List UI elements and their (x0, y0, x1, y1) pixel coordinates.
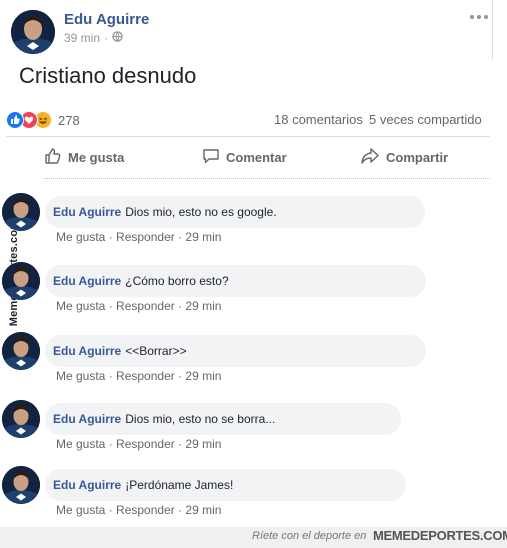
like-button[interactable]: Me gusta (44, 147, 124, 168)
separator-dot: · (174, 369, 186, 383)
more-options-icon[interactable] (468, 10, 490, 22)
post-time[interactable]: 39 min (64, 31, 100, 45)
comment-bubble[interactable]: Edu Aguirre ¿Cómo borro esto? (45, 265, 426, 297)
comment-like-link[interactable]: Me gusta (56, 503, 105, 517)
comment-text: Dios mio, esto no es google. (125, 205, 277, 219)
author-avatar[interactable] (11, 10, 55, 54)
divider-bottom (44, 178, 490, 180)
commenter-name[interactable]: Edu Aguirre (53, 274, 121, 288)
comments-count[interactable]: 18 comentarios (274, 112, 363, 127)
comment-reply-link[interactable]: Responder (116, 230, 175, 244)
comment-text: ¡Perdóname James! (125, 478, 234, 492)
commenter-avatar[interactable] (2, 400, 40, 438)
comment-bubble[interactable]: Edu Aguirre ¡Perdóname James! (45, 469, 406, 501)
separator-dot: · (174, 437, 186, 451)
separator-dot: · (105, 437, 117, 451)
separator-dot: · (104, 31, 109, 45)
reactions-count[interactable]: 278 (58, 113, 80, 128)
comment-reply-link[interactable]: Responder (116, 437, 175, 451)
separator-dot: · (105, 503, 117, 517)
separator-dot: · (174, 503, 186, 517)
commenter-avatar[interactable] (2, 466, 40, 504)
comment-time[interactable]: 29 min (185, 437, 221, 451)
comment-like-link[interactable]: Me gusta (56, 369, 105, 383)
post-text: Cristiano desnudo (19, 63, 197, 88)
divider-top (6, 136, 490, 137)
comment-like-link[interactable]: Me gusta (56, 437, 105, 451)
footer-watermark-prefix: Ríete con el deporte en (252, 530, 367, 542)
comment-time[interactable]: 29 min (185, 369, 221, 383)
comment-reply-link[interactable]: Responder (116, 503, 175, 517)
comment-text: ¿Cómo borro esto? (125, 274, 229, 288)
post-author-name[interactable]: Edu Aguirre (64, 11, 149, 28)
separator-dot: · (105, 369, 117, 383)
comment-row: Edu Aguirre Dios mio, esto no es google. M… (0, 193, 507, 253)
comment-like-link[interactable]: Me gusta (56, 230, 105, 244)
comment-bubble[interactable]: Edu Aguirre Dios mio, esto no se borra... (45, 403, 401, 435)
post-timestamp[interactable]: 39 min · (64, 31, 123, 45)
commenter-name[interactable]: Edu Aguirre (53, 205, 121, 219)
comment-like-link[interactable]: Me gusta (56, 299, 105, 313)
commenter-name[interactable]: Edu Aguirre (53, 412, 121, 426)
footer-watermark: Ríete con el deporte en MEMEDEPORTES.COM (0, 527, 507, 548)
comment-bubble[interactable]: Edu Aguirre Dios mio, esto no es google. (45, 196, 425, 228)
comment-row: Edu Aguirre <<Borrar>> Me gusta · Responde… (0, 332, 507, 392)
comment-time[interactable]: 29 min (185, 299, 221, 313)
comment-bubble[interactable]: Edu Aguirre <<Borrar>> (45, 335, 426, 367)
like-reaction-icon (6, 111, 24, 129)
thumbs-up-icon (44, 147, 62, 168)
commenter-avatar[interactable] (2, 262, 40, 300)
separator-dot: · (105, 230, 117, 244)
comment-text: Dios mio, esto no se borra... (125, 412, 276, 426)
comment-row: Edu Aguirre ¡Perdóname James! Me gusta · R… (0, 466, 507, 526)
comment-row: Edu Aguirre ¿Cómo borro esto? Me gusta · R… (0, 262, 507, 322)
comment-bubble-icon (202, 147, 220, 168)
comment-row: Edu Aguirre Dios mio, esto no se borra...… (0, 400, 507, 460)
comment-reply-link[interactable]: Responder (116, 299, 175, 313)
share-button[interactable]: Compartir (360, 147, 448, 168)
comment-reply-link[interactable]: Responder (116, 369, 175, 383)
comment-actions: Me gusta · Responder · 29 min (56, 437, 221, 451)
comment-button[interactable]: Comentar (202, 147, 287, 168)
share-arrow-icon (360, 147, 380, 168)
commenter-avatar[interactable] (2, 332, 40, 370)
comment-time[interactable]: 29 min (185, 503, 221, 517)
commenter-name[interactable]: Edu Aguirre (53, 344, 121, 358)
right-scroll-border (492, 0, 493, 60)
comment-time[interactable]: 29 min (185, 230, 221, 244)
like-label[interactable]: Me gusta (68, 150, 124, 165)
separator-dot: · (174, 299, 186, 313)
footer-watermark-brand: MEMEDEPORTES.COM (373, 528, 507, 543)
commenter-name[interactable]: Edu Aguirre (53, 478, 121, 492)
comment-text: <<Borrar>> (125, 344, 187, 358)
reactions-summary[interactable]: 278 (6, 111, 80, 129)
separator-dot: · (174, 230, 186, 244)
comment-actions: Me gusta · Responder · 29 min (56, 230, 221, 244)
comment-actions: Me gusta · Responder · 29 min (56, 299, 221, 313)
comment-actions: Me gusta · Responder · 29 min (56, 369, 221, 383)
comment-label[interactable]: Comentar (226, 150, 287, 165)
commenter-avatar[interactable] (2, 193, 40, 231)
globe-icon (112, 31, 123, 45)
comment-actions: Me gusta · Responder · 29 min (56, 503, 221, 517)
shares-count[interactable]: 5 veces compartido (369, 112, 482, 127)
share-label[interactable]: Compartir (386, 150, 448, 165)
separator-dot: · (105, 299, 117, 313)
